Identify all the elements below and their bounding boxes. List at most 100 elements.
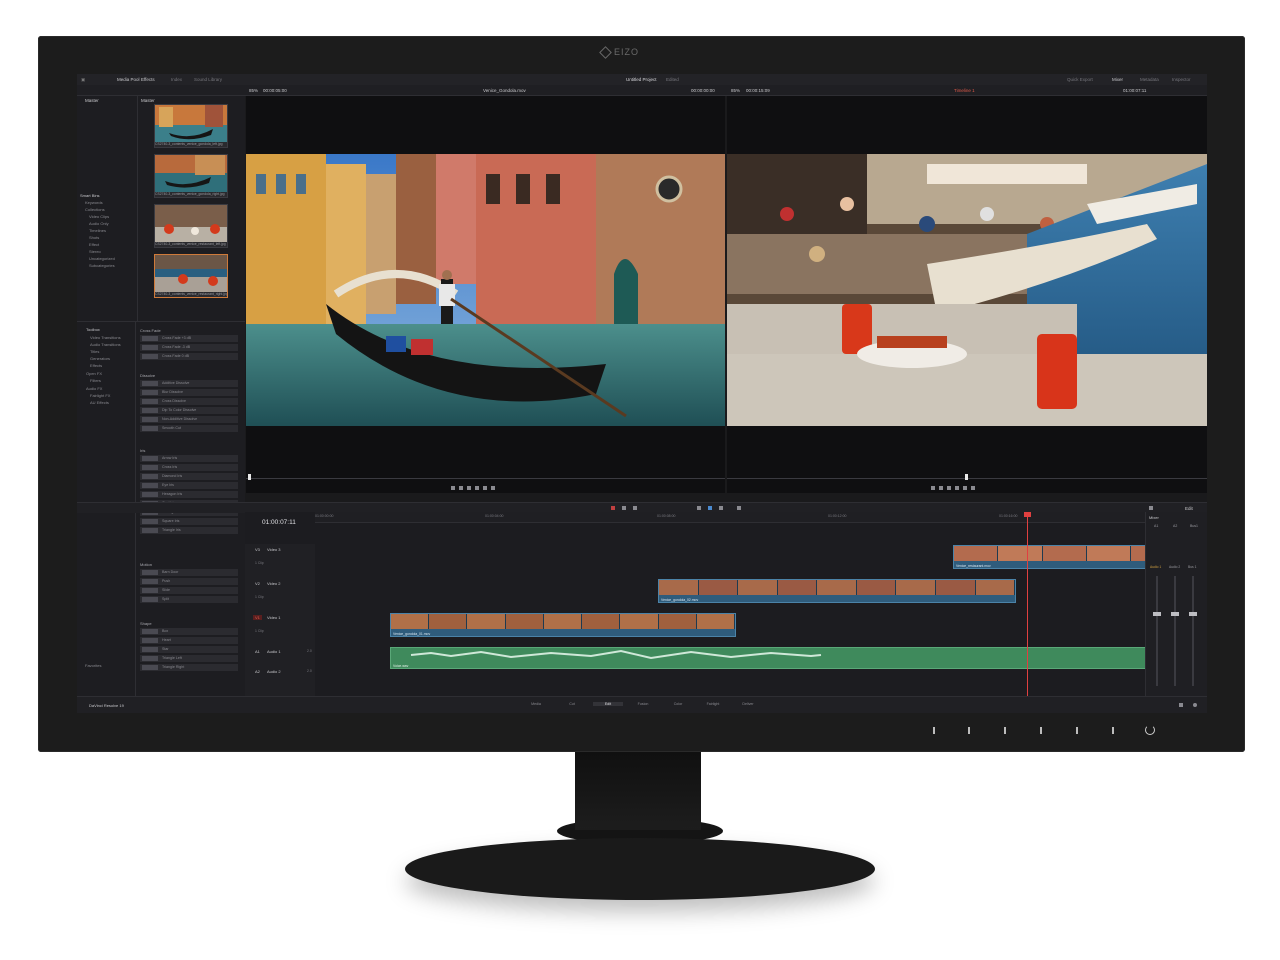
smart-bin[interactable]: Collections	[85, 207, 105, 212]
effects-button[interactable]: Effects	[141, 77, 155, 82]
fx-item[interactable]: Cross Dissolve	[140, 398, 238, 405]
smart-bin[interactable]: Stereo	[89, 249, 101, 254]
fx-item[interactable]: Blur Dissolve	[140, 389, 238, 396]
smart-bin[interactable]: Uncategorized	[89, 256, 115, 261]
fader-a2[interactable]	[1171, 612, 1179, 616]
quick-export-button[interactable]: Quick Export	[1067, 77, 1093, 82]
volume-icon[interactable]	[1149, 506, 1153, 510]
loop-icon[interactable]	[971, 486, 975, 490]
osd-button-1[interactable]	[933, 727, 935, 734]
fx-item[interactable]: Square Iris	[140, 518, 238, 525]
marker-icon[interactable]	[737, 506, 741, 510]
fx-item[interactable]: Split	[140, 596, 238, 603]
clip-thumb[interactable]: CS2740-3_contents_venice_gondola_left.jp…	[154, 104, 228, 148]
home-icon[interactable]	[1179, 703, 1183, 707]
fx-item[interactable]: Diamond Iris	[140, 473, 238, 480]
rewind-icon[interactable]	[451, 486, 455, 490]
toolbox-item[interactable]: Audio Transitions	[90, 342, 121, 347]
smart-bin[interactable]: Shots	[89, 235, 99, 240]
timeline-name[interactable]: Timeline 1	[954, 88, 975, 93]
fx-item[interactable]: Cross Iris	[140, 464, 238, 471]
toolbox-title[interactable]: Toolbox	[86, 327, 100, 332]
fx-item[interactable]: Eye Iris	[140, 482, 238, 489]
smart-bin[interactable]: Effect	[89, 242, 99, 247]
toolbox-item[interactable]: Effects	[90, 363, 102, 368]
fx-item[interactable]: Star	[140, 646, 238, 653]
fx-item[interactable]: Cross Fade -3 dB	[140, 344, 238, 351]
metadata-button[interactable]: Metadata	[1140, 77, 1159, 82]
fader-bus1[interactable]	[1189, 612, 1197, 616]
play-icon[interactable]	[475, 486, 479, 490]
page-media[interactable]: Media	[521, 702, 551, 706]
fx-item[interactable]: Non-Additive Dissolve	[140, 416, 238, 423]
fx-item[interactable]: Heart	[140, 637, 238, 644]
clip-v2[interactable]: Venice_gondola_02.mov	[658, 579, 1016, 603]
play-icon[interactable]	[955, 486, 959, 490]
fast-forward-icon[interactable]	[963, 486, 967, 490]
fx-item[interactable]: Arrow Iris	[140, 455, 238, 462]
rewind-icon[interactable]	[931, 486, 935, 490]
clip-thumb[interactable]: CS2740-3_contents_venice_restaurant_left…	[154, 204, 228, 248]
blade-tool-icon[interactable]	[633, 506, 637, 510]
favorites[interactable]: Favorites	[85, 663, 101, 668]
toolbox-item[interactable]: Audio FX	[86, 386, 102, 391]
toolbox-item[interactable]: Video Transitions	[90, 335, 121, 340]
timeline-zoom[interactable]: 85%	[731, 88, 740, 93]
fx-item[interactable]: Slide	[140, 587, 238, 594]
fx-item[interactable]: Additive Dissolve	[140, 380, 238, 387]
play-reverse-icon[interactable]	[459, 486, 463, 490]
track-id[interactable]: V1	[253, 615, 262, 620]
toolbox-item[interactable]: Filters	[90, 378, 101, 383]
fx-item[interactable]: Triangle Right	[140, 664, 238, 671]
media-pool-button[interactable]: Media Pool	[117, 77, 140, 82]
flag-icon[interactable]	[719, 506, 723, 510]
fx-item[interactable]: Dip To Color Dissolve	[140, 407, 238, 414]
sound-library-button[interactable]: Sound Library	[194, 77, 222, 82]
source-viewer[interactable]	[246, 96, 725, 493]
timeline-viewer[interactable]	[727, 96, 1207, 493]
osd-button-3[interactable]	[1004, 727, 1006, 734]
smart-bin[interactable]: Audio Only	[89, 221, 109, 226]
fast-forward-icon[interactable]	[483, 486, 487, 490]
smart-bin[interactable]: Video Clips	[89, 214, 109, 219]
fader-a1[interactable]	[1153, 612, 1161, 616]
timeline-playhead[interactable]	[1027, 512, 1028, 696]
fx-item[interactable]: Barn Door	[140, 569, 238, 576]
page-fairlight[interactable]: Fairlight	[698, 702, 728, 706]
page-deliver[interactable]: Deliver	[733, 702, 763, 706]
page-cut[interactable]: Cut	[557, 702, 587, 706]
osd-button-4[interactable]	[1040, 727, 1042, 734]
toolbox-item[interactable]: Generators	[90, 356, 110, 361]
clip-a1[interactable]: Voice.wav	[390, 647, 1160, 669]
playhead-handle[interactable]	[1024, 512, 1031, 517]
clip-thumb[interactable]: CS2740-3_contents_venice_gondola_right.j…	[154, 154, 228, 198]
fx-item[interactable]: Triangle Left	[140, 655, 238, 662]
page-edit[interactable]: Edit	[593, 702, 623, 706]
timeline-viewer-playhead[interactable]	[965, 474, 968, 480]
jog-bar[interactable]	[246, 478, 725, 479]
power-icon[interactable]	[1145, 725, 1155, 735]
inspector-button[interactable]: Inspector	[1172, 77, 1191, 82]
fx-item[interactable]: Cross Fade 0 dB	[140, 353, 238, 360]
stop-icon[interactable]	[947, 486, 951, 490]
snap-icon[interactable]	[697, 506, 701, 510]
gear-icon[interactable]	[1193, 703, 1197, 707]
fx-item[interactable]: Push	[140, 578, 238, 585]
smart-bin[interactable]: Timelines	[89, 228, 106, 233]
page-fusion[interactable]: Fusion	[628, 702, 658, 706]
select-tool-icon[interactable]	[611, 506, 615, 510]
fx-item[interactable]: Triangle Iris	[140, 527, 238, 534]
mixer-edit[interactable]: Edit	[1185, 506, 1193, 511]
smart-bin[interactable]: Keywords	[85, 200, 103, 205]
timeline-ruler[interactable]: 01:00:00:00 01:00:04:00 01:00:08:00 01:0…	[315, 512, 1145, 523]
media-icon[interactable]: ▣	[81, 77, 85, 83]
mixer-button[interactable]: Mixer	[1112, 77, 1123, 82]
loop-icon[interactable]	[491, 486, 495, 490]
osd-button-2[interactable]	[968, 727, 970, 734]
fx-item[interactable]: Hexagon Iris	[140, 491, 238, 498]
stop-icon[interactable]	[467, 486, 471, 490]
toolbox-item[interactable]: Fairlight FX	[90, 393, 110, 398]
play-reverse-icon[interactable]	[939, 486, 943, 490]
link-icon[interactable]	[708, 506, 712, 510]
index-button[interactable]: Index	[171, 77, 182, 82]
